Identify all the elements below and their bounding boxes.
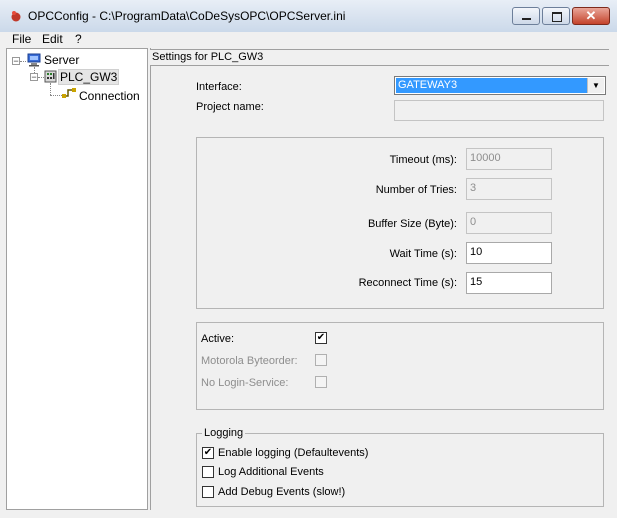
minimize-icon — [513, 8, 539, 24]
minimize-button[interactable] — [512, 7, 540, 25]
active-label: Active: — [201, 333, 235, 345]
wait-time-field[interactable]: 10 — [466, 242, 552, 264]
active-checkbox[interactable]: ✔ — [315, 332, 327, 344]
window-title: OPCConfig - C:\ProgramData\CoDeSysOPC\OP… — [28, 9, 346, 23]
plc-icon — [44, 70, 57, 83]
server-expander-icon[interactable]: − — [12, 57, 20, 66]
tree-item-server[interactable]: Server — [44, 53, 79, 67]
enable-logging-checkbox[interactable]: ✔ — [202, 447, 214, 459]
timeout-label: Timeout (ms): — [389, 154, 457, 166]
motorola-byteorder-label: Motorola Byteorder: — [201, 355, 298, 367]
interface-select[interactable]: GATEWAY3 ▼ — [394, 76, 606, 95]
tree-line — [50, 95, 62, 96]
menu-edit[interactable]: Edit — [42, 32, 63, 46]
tries-label: Number of Tries: — [375, 184, 457, 196]
maximize-icon — [543, 8, 569, 24]
app-icon — [11, 11, 21, 22]
menu-file[interactable]: File — [12, 32, 31, 46]
enable-logging-label: Enable logging (Defaultevents) — [218, 447, 369, 459]
close-button[interactable]: ✕ — [572, 7, 610, 25]
add-debug-events-label: Add Debug Events (slow!) — [218, 486, 346, 498]
timeout-field[interactable]: 10000 — [466, 148, 552, 170]
tree-item-connection[interactable]: Connection — [79, 89, 140, 103]
no-login-service-label: No Login-Service: — [201, 377, 289, 389]
settings-header: Settings for PLC_GW3 — [150, 49, 609, 66]
check-icon: ✔ — [203, 447, 213, 458]
connection-icon — [62, 88, 76, 98]
maximize-button[interactable] — [542, 7, 570, 25]
tree-line — [50, 83, 51, 95]
buffer-size-field[interactable]: 0 — [466, 212, 552, 234]
log-additional-events-label: Log Additional Events — [218, 466, 324, 478]
project-name-label: Project name: — [196, 101, 264, 113]
add-debug-events-checkbox[interactable] — [202, 486, 214, 498]
logging-legend: Logging — [202, 427, 246, 439]
buffer-size-label: Buffer Size (Byte): — [367, 218, 457, 230]
settings-title: Settings for PLC_GW3 — [152, 51, 264, 63]
motorola-byteorder-checkbox[interactable] — [315, 354, 327, 366]
plc-expander-icon[interactable]: − — [30, 73, 38, 82]
chevron-down-icon[interactable]: ▼ — [587, 78, 604, 93]
reconnect-time-label: Reconnect Time (s): — [358, 277, 457, 289]
project-name-field[interactable] — [394, 100, 604, 121]
wait-time-label: Wait Time (s): — [389, 248, 457, 260]
title-bar: OPCConfig - C:\ProgramData\CoDeSysOPC\OP… — [0, 0, 617, 33]
menu-bar: File Edit ? — [0, 32, 617, 46]
tree-view[interactable]: − Server − PLC_GW3 Connection — [6, 48, 148, 510]
check-icon: ✔ — [316, 332, 326, 343]
tree-item-plc[interactable]: PLC_GW3 — [58, 69, 120, 85]
close-icon: ✕ — [585, 8, 597, 23]
interface-label: Interface: — [196, 81, 242, 93]
tries-field[interactable]: 3 — [466, 178, 552, 200]
server-icon — [27, 53, 41, 67]
interface-value: GATEWAY3 — [396, 78, 589, 93]
no-login-service-checkbox[interactable] — [315, 376, 327, 388]
menu-help[interactable]: ? — [75, 32, 82, 46]
log-additional-events-checkbox[interactable] — [202, 466, 214, 478]
reconnect-time-field[interactable]: 15 — [466, 272, 552, 294]
